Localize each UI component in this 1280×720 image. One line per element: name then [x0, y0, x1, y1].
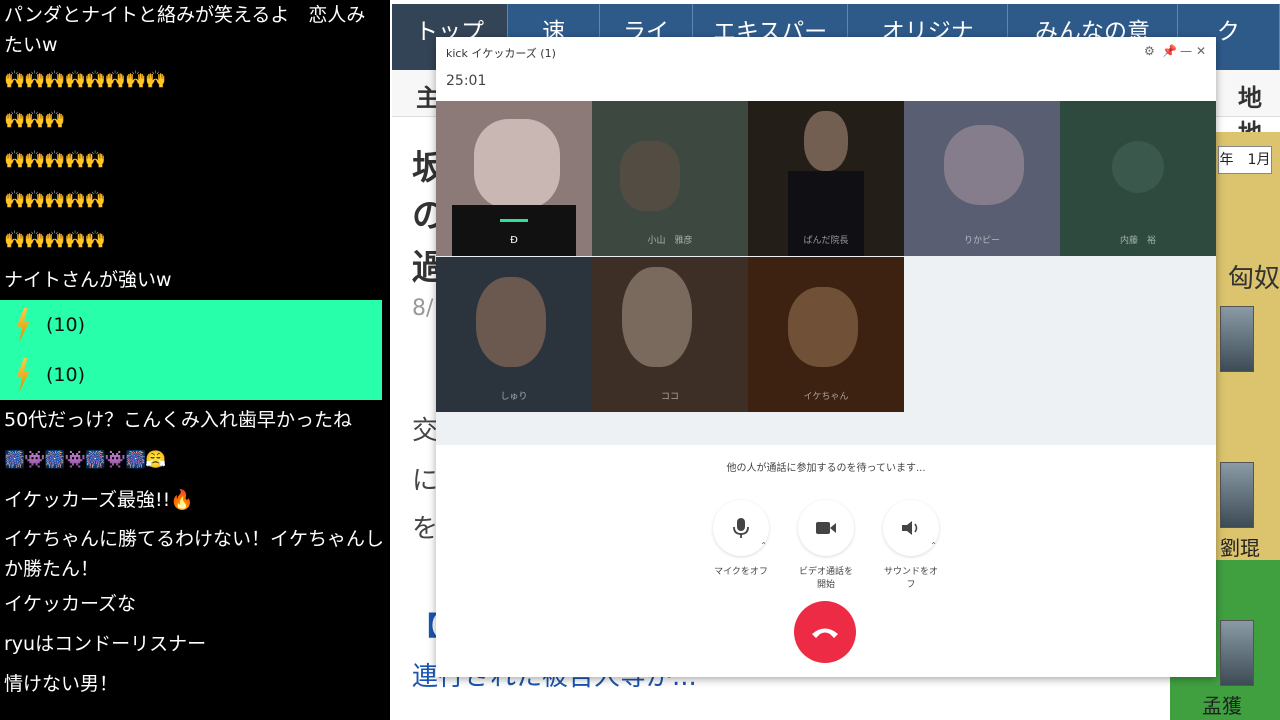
article-text: 交 [412, 416, 439, 446]
chat-message: 情けない男！ [4, 673, 119, 695]
chat-message: イケッカーズ最強!!🔥 [4, 489, 194, 511]
chat-emotes: 🙌🙌🙌 [4, 110, 66, 130]
chat-tip: (10) [0, 300, 382, 350]
chat-emotes: 🙌🙌🙌🙌🙌 [4, 190, 106, 210]
participant-name: しゅり [500, 392, 528, 402]
mute-label: マイクをオフ [714, 567, 768, 577]
call-timer: 25:01 [446, 73, 487, 89]
participant-name: Đ [510, 235, 518, 246]
participant-tile[interactable]: 内藤 裕 [1060, 101, 1216, 256]
chat-emotes: 🎆👾🎆👾🎆👾🎆😤 [4, 450, 166, 470]
call-window-title: kick イケッカーズ (1) [446, 47, 556, 60]
video-camera-icon [816, 522, 836, 534]
lightning-icon [16, 308, 30, 342]
participant-tile[interactable]: ココ [592, 257, 748, 412]
sound-label: サウンドをオフ [883, 567, 938, 590]
video-control: ビデオ通話を開始 [796, 500, 856, 592]
chat-emotes: 🙌🙌🙌🙌🙌🙌🙌🙌 [4, 70, 166, 90]
participant-tile[interactable]: りかピー [904, 101, 1060, 256]
map-name: 孟獲 [1202, 694, 1242, 718]
chat-message: 50代だっけ？こんくみ入れ歯早かったね [4, 409, 352, 431]
chat-message: パンダとナイトと絡みが笑えるよ 恋人みたいw [4, 4, 366, 56]
close-icon[interactable]: ✕ [1196, 44, 1206, 58]
tip-amount: (10) [46, 314, 86, 336]
chat-message: イケッカーズな [4, 593, 137, 615]
sound-off-button[interactable]: ⌃ [883, 500, 939, 556]
phone-hangup-icon [812, 628, 838, 638]
portrait-icon [1220, 306, 1254, 372]
article-date: 8/ [412, 296, 434, 321]
pin-icon[interactable]: 📌 [1162, 44, 1177, 58]
chat-emotes: 🙌🙌🙌🙌🙌 [4, 150, 106, 170]
chevron-up-icon[interactable]: ⌃ [930, 541, 937, 550]
article-text: を [412, 514, 439, 544]
video-label: ビデオ通話を開始 [798, 567, 853, 590]
chat-panel: パンダとナイトと絡みが笑えるよ 恋人みたいw 🙌🙌🙌🙌🙌🙌🙌🙌 🙌🙌🙌 🙌🙌🙌🙌… [0, 0, 388, 720]
settings-icon[interactable]: ⚙ [1144, 44, 1155, 58]
participant-tile[interactable]: Đ [436, 101, 592, 256]
waiting-message: 他の人が通話に参加するのを待っています... [726, 463, 926, 474]
microphone-control: ⌃ マイクをオフ [711, 500, 771, 579]
article-text: に [412, 466, 439, 496]
participant-name: 内藤 裕 [1119, 236, 1156, 246]
sub-navigation-right: 地地 [1216, 70, 1280, 147]
audio-level-icon [500, 219, 528, 222]
participant-name: イケちゃん [803, 392, 849, 402]
tip-amount: (10) [46, 364, 86, 386]
lightning-icon [16, 358, 30, 392]
chat-tip: (10) [0, 350, 382, 400]
participant-grid: Đ 小山 雅彦 ぱんだ院長 りかピー 内藤 裕 しゅり ココ イケちゃん [436, 101, 1216, 445]
group-call-window: kick イケッカーズ (1) ⚙ 📌 — ✕ 25:01 Đ 小山 雅彦 ぱん… [436, 37, 1216, 677]
participant-name: ぱんだ院長 [803, 236, 849, 246]
portrait-icon [1220, 462, 1254, 528]
microphone-icon [733, 518, 749, 538]
participant-name: 小山 雅彦 [647, 236, 693, 246]
chat-message: イケちゃんに勝てるわけない！イケちゃんしか勝たん！ [4, 528, 385, 580]
participant-video [452, 205, 576, 256]
avatar [1112, 141, 1164, 193]
map-date: 年 1月 [1218, 146, 1272, 174]
participant-tile[interactable]: イケちゃん [748, 257, 904, 412]
mute-button[interactable]: ⌃ [713, 500, 769, 556]
sound-control: ⌃ サウンドをオフ [881, 500, 941, 592]
chat-emotes: 🙌🙌🙌🙌🙌 [4, 230, 106, 250]
speaker-icon [902, 521, 918, 535]
participant-tile[interactable]: 小山 雅彦 [592, 101, 748, 256]
participant-tile[interactable]: しゅり [436, 257, 592, 412]
participant-name: ココ [660, 392, 679, 402]
link-bracket: 【 [412, 612, 439, 642]
start-video-button[interactable] [798, 500, 854, 556]
participant-video [474, 119, 560, 209]
map-name: 劉琨 [1220, 536, 1260, 560]
hang-up-button[interactable] [794, 601, 856, 663]
participant-name: りかピー [963, 236, 1000, 246]
chat-message: ナイトさんが強いw [4, 269, 172, 291]
map-label: 匈奴 [1228, 264, 1280, 294]
portrait-icon [1220, 620, 1254, 686]
participant-tile[interactable]: ぱんだ院長 [748, 101, 904, 256]
minimize-icon[interactable]: — [1180, 44, 1192, 58]
chat-message: ryuはコンドーリスナー [4, 633, 207, 655]
chevron-up-icon[interactable]: ⌃ [760, 541, 767, 550]
